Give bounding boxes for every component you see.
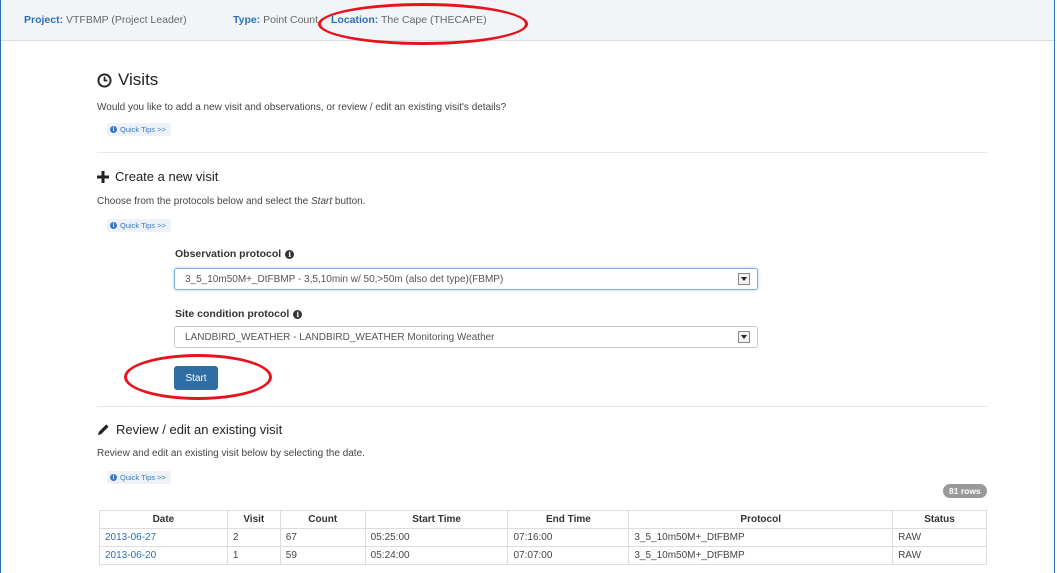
column-header-status[interactable]: Status bbox=[892, 510, 987, 529]
quick-tips-visits[interactable]: i Quick Tips >> bbox=[107, 123, 171, 136]
plus-icon bbox=[97, 170, 109, 183]
create-visit-desc: Choose from the protocols below and sele… bbox=[97, 196, 366, 207]
end-time-cell: 07:16:00 bbox=[507, 528, 630, 547]
annotation-ellipse-location bbox=[318, 3, 528, 45]
info-icon: i bbox=[110, 126, 117, 133]
protocol-cell: 3_5_10m50M+_DtFBMP bbox=[628, 528, 894, 547]
page-title: Visits bbox=[97, 70, 158, 90]
context-bar: Project: VTFBMP (Project Leader) Type: P… bbox=[1, 0, 1054, 41]
count-cell: 67 bbox=[279, 528, 366, 547]
info-icon: i bbox=[110, 474, 117, 481]
table-row: 2013-06-20 1 59 05:24:00 07:07:00 3_5_10… bbox=[99, 546, 987, 565]
review-visit-title: Review / edit an existing visit bbox=[97, 422, 282, 437]
date-cell: 2013-06-20 bbox=[99, 546, 228, 565]
column-header-visit[interactable]: Visit bbox=[226, 510, 281, 529]
count-cell: 59 bbox=[279, 546, 366, 565]
divider bbox=[97, 152, 987, 153]
column-header-count[interactable]: Count bbox=[279, 510, 366, 529]
observation-protocol-select[interactable]: 3_5_10m50M+_DtFBMP - 3,5,10min w/ 50,>50… bbox=[174, 268, 758, 290]
table-row: 2013-06-27 2 67 05:25:00 07:16:00 3_5_10… bbox=[99, 528, 987, 547]
table-header-row: Date Visit Count Start Time End Time Pro… bbox=[99, 510, 987, 529]
project-context: Project: VTFBMP (Project Leader) bbox=[24, 14, 187, 26]
visit-cell: 1 bbox=[226, 546, 281, 565]
visit-date-link[interactable]: 2013-06-20 bbox=[105, 550, 156, 561]
chevron-down-icon[interactable] bbox=[738, 331, 750, 343]
observation-protocol-label: Observation protocol i bbox=[175, 248, 295, 260]
start-time-cell: 05:24:00 bbox=[364, 546, 509, 565]
start-time-cell: 05:25:00 bbox=[364, 528, 509, 547]
visit-date-link[interactable]: 2013-06-27 bbox=[105, 532, 156, 543]
column-header-start-time[interactable]: Start Time bbox=[364, 510, 509, 529]
rows-count-badge: 81 rows bbox=[943, 484, 987, 498]
protocol-cell: 3_5_10m50M+_DtFBMP bbox=[628, 546, 894, 565]
status-cell: RAW bbox=[892, 528, 987, 547]
annotation-ellipse-start bbox=[124, 354, 272, 400]
quick-tips-review[interactable]: i Quick Tips >> bbox=[107, 471, 171, 484]
quick-tips-create[interactable]: i Quick Tips >> bbox=[107, 219, 171, 232]
column-header-date[interactable]: Date bbox=[99, 510, 228, 529]
info-icon[interactable]: i bbox=[285, 249, 295, 259]
clock-icon bbox=[97, 72, 112, 88]
chevron-down-icon[interactable] bbox=[738, 273, 750, 285]
visit-cell: 2 bbox=[226, 528, 281, 547]
site-condition-protocol-label: Site condition protocol i bbox=[175, 308, 303, 320]
type-context: Type: Point Count bbox=[233, 14, 319, 26]
status-cell: RAW bbox=[892, 546, 987, 565]
visits-intro: Would you like to add a new visit and ob… bbox=[97, 102, 507, 113]
end-time-cell: 07:07:00 bbox=[507, 546, 630, 565]
site-condition-protocol-select[interactable]: LANDBIRD_WEATHER - LANDBIRD_WEATHER Moni… bbox=[174, 326, 758, 348]
pencil-icon bbox=[97, 424, 109, 436]
column-header-end-time[interactable]: End Time bbox=[507, 510, 630, 529]
visits-table: Date Visit Count Start Time End Time Pro… bbox=[99, 510, 987, 565]
info-icon: i bbox=[110, 222, 117, 229]
date-cell: 2013-06-27 bbox=[99, 528, 228, 547]
divider bbox=[97, 406, 987, 407]
column-header-protocol[interactable]: Protocol bbox=[628, 510, 894, 529]
review-visit-desc: Review and edit an existing visit below … bbox=[97, 448, 365, 459]
info-icon[interactable]: i bbox=[293, 309, 303, 319]
create-visit-title: Create a new visit bbox=[97, 169, 218, 184]
